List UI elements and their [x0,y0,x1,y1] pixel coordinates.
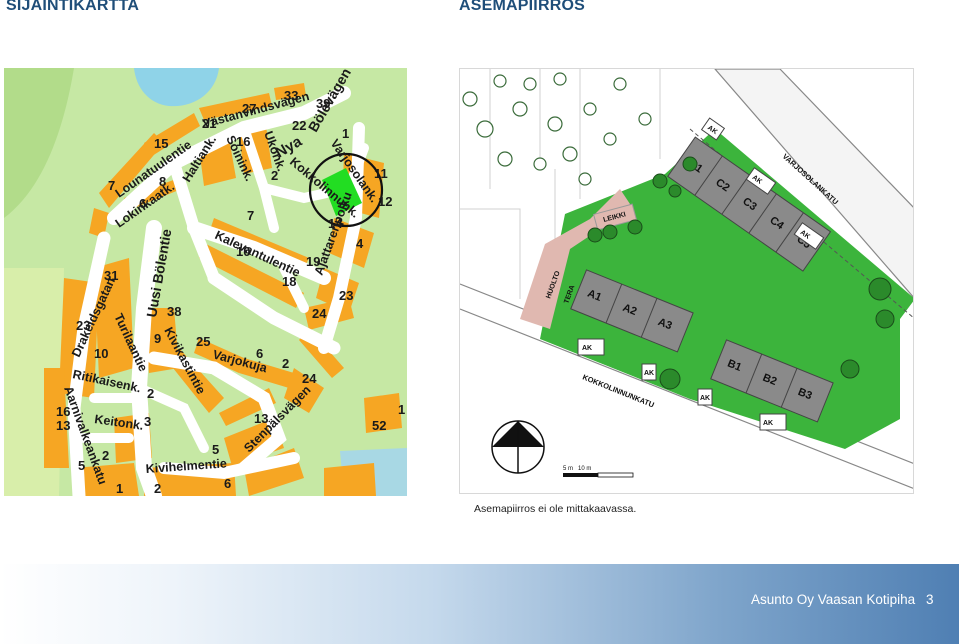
site-plan-heading: ASEMAPIIRROS [459,0,585,14]
house-number: 23 [339,288,353,303]
house-number: 9 [154,331,161,346]
house-number: 3 [144,414,151,429]
house-number: 39 [316,96,330,111]
house-number: 1 [342,126,349,141]
house-number: 6 [224,476,231,491]
house-number: 6 [256,346,263,361]
house-number: 7 [108,178,115,193]
house-number: 10 [236,244,250,259]
house-number: 7 [247,208,254,223]
house-number: 5 [212,442,219,457]
house-number: 16 [236,134,250,149]
house-number: 52 [372,418,386,433]
house-number: 27 [242,101,256,116]
house-number: 24 [302,371,317,386]
house-number: 31 [104,268,118,283]
caption: Asemapiirros ei ole mittakaavassa. [474,503,637,515]
house-number: 33 [284,88,298,103]
scale-label: 10 m [578,466,591,472]
site-plan: C1 C2 C3 C4 C5 A1 A2 A3 B1 B2 B3 AK AK [459,68,914,494]
house-number: 1 [398,402,405,417]
house-number: 2 [147,386,154,401]
parking-label: AK [700,395,710,402]
house-number: 16 [56,404,70,419]
house-number: 12 [378,194,392,209]
page-number: 3 [926,592,934,607]
house-number: 6 [139,196,146,211]
house-number: 11 [374,166,388,181]
house-number: 15 [154,136,168,151]
house-number: 2 [154,481,161,496]
parking-label: AK [582,345,592,352]
scale-bar [563,473,598,477]
house-number: 4 [356,236,364,251]
house-number: 2 [282,356,289,371]
house-number: 19 [306,254,320,269]
parking-label: AK [644,370,654,377]
house-number: 1 [116,481,123,496]
house-number: 25 [196,334,210,349]
location-map: Västanvindsvägen Lounatuulentie Haltiank… [4,68,407,496]
location-map-heading: SIJAINTIKARTTA [6,0,140,14]
house-number: 24 [312,306,327,321]
house-number: 14 [328,216,343,231]
house-number: 23 [76,318,90,333]
scale-label: 5 m [563,466,573,472]
house-number: 2 [102,448,109,463]
house-number: 18 [282,274,296,289]
house-number: 10 [94,346,108,361]
house-number: 13 [56,418,70,433]
house-number: 13 [254,411,268,426]
house-number: 38 [167,304,181,319]
house-number: 21 [202,116,216,131]
house-number: 22 [292,118,306,133]
footer-title: Asunto Oy Vaasan Kotipiha [751,592,916,607]
parking-label: AK [763,420,773,427]
house-number: 2 [271,168,278,183]
house-number: 5 [78,458,85,473]
house-number: 8 [159,174,166,189]
